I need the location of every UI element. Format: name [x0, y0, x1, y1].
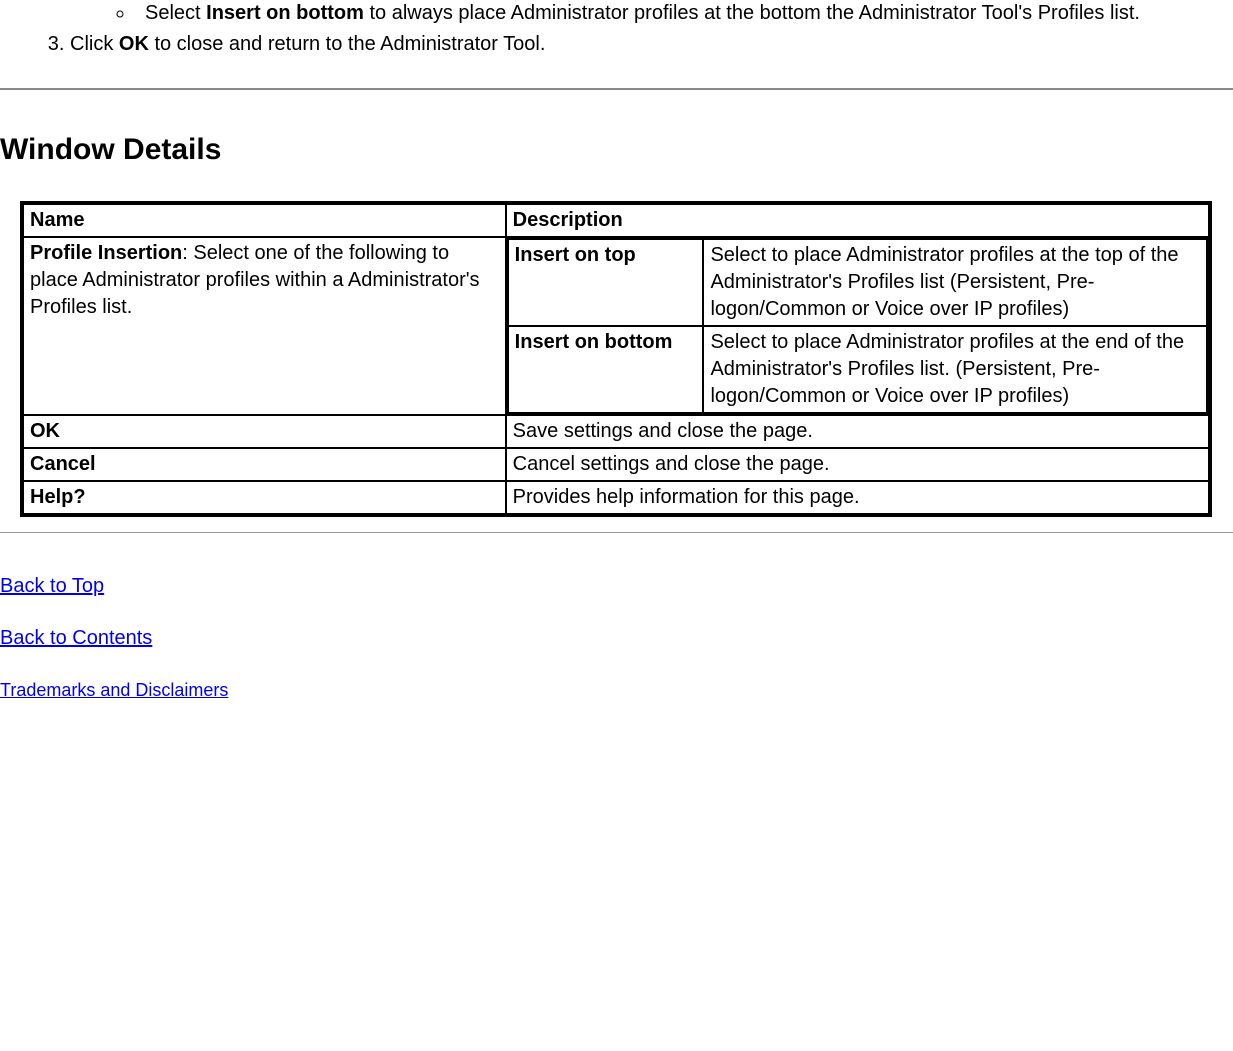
table-header-name: Name: [22, 203, 506, 237]
insert-bottom-name: Insert on bottom: [508, 326, 704, 413]
table-header-desc: Description: [506, 203, 1210, 237]
step-3: Click OK to close and return to the Admi…: [70, 31, 1233, 58]
ok-desc: Save settings and close the page.: [506, 415, 1210, 448]
help-name: Help?: [22, 481, 506, 515]
insert-bottom-desc: Select to place Administrator profiles a…: [703, 326, 1207, 413]
text-bold: OK: [119, 33, 149, 55]
trademarks-link[interactable]: Trademarks and Disclaimers: [0, 680, 228, 700]
text-prefix: Click: [70, 33, 119, 55]
insert-top-name: Insert on top: [508, 239, 704, 326]
cell-name-bold: Profile Insertion: [30, 242, 182, 264]
section-heading: Window Details: [0, 130, 1233, 171]
text-suffix: to close and return to the Administrator…: [149, 33, 546, 55]
help-desc: Provides help information for this page.: [506, 481, 1210, 515]
divider: [0, 88, 1233, 90]
ok-name: OK: [22, 415, 506, 448]
divider: [0, 532, 1233, 533]
sub-list-item: Select Insert on bottom to always place …: [135, 0, 1233, 27]
cancel-name: Cancel: [22, 448, 506, 481]
cancel-desc: Cancel settings and close the page.: [506, 448, 1210, 481]
profile-insertion-options: Insert on top Select to place Administra…: [506, 237, 1210, 415]
back-to-top-link[interactable]: Back to Top: [0, 573, 104, 600]
text-bold: Insert on bottom: [206, 2, 364, 24]
insert-top-desc: Select to place Administrator profiles a…: [703, 239, 1207, 326]
back-to-contents-link[interactable]: Back to Contents: [0, 625, 152, 652]
profile-insertion-cell: Profile Insertion: Select one of the fol…: [22, 237, 506, 415]
details-table: Name Description Profile Insertion: Sele…: [20, 201, 1212, 517]
text-prefix: Select: [145, 2, 206, 24]
text-suffix: to always place Administrator profiles a…: [364, 2, 1140, 24]
